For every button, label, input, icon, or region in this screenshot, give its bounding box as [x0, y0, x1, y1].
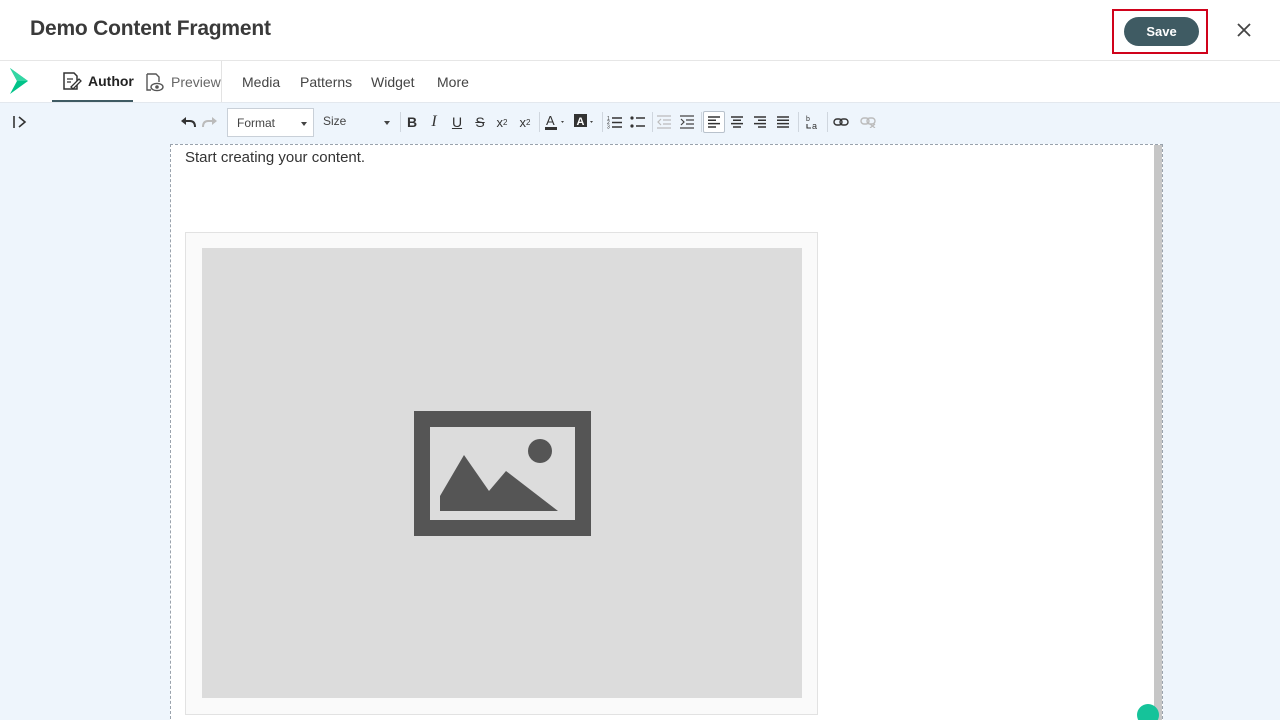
workspace: Format Size B I U S x2 x2 A A 123 b a St…: [0, 103, 1280, 720]
menu-media[interactable]: Media: [242, 61, 280, 102]
tab-preview[interactable]: Preview: [134, 61, 222, 102]
page-title: Demo Content Fragment: [30, 17, 271, 40]
format-select-label: Format: [237, 116, 276, 130]
toolbar-divider: [827, 112, 828, 132]
toolbar-divider: [539, 112, 540, 132]
svg-text:b: b: [806, 116, 810, 123]
content-editor[interactable]: Start creating your content.: [170, 144, 1163, 720]
underline-icon[interactable]: U: [446, 111, 468, 133]
redo-icon[interactable]: [199, 111, 221, 133]
italic-icon[interactable]: I: [423, 111, 445, 133]
numbered-list-icon[interactable]: 123: [604, 111, 626, 133]
save-button-highlight: Save: [1112, 9, 1208, 54]
size-select[interactable]: Size: [316, 108, 396, 137]
image-placeholder[interactable]: [202, 248, 802, 698]
edit-document-icon: [60, 70, 82, 92]
increase-indent-icon[interactable]: [676, 111, 698, 133]
save-button[interactable]: Save: [1124, 17, 1199, 46]
decrease-indent-icon[interactable]: [653, 111, 675, 133]
editor-scrollbar[interactable]: [1154, 145, 1162, 720]
undo-icon[interactable]: [177, 111, 199, 133]
editor-placeholder: Start creating your content.: [185, 149, 366, 166]
svg-text:A: A: [546, 113, 555, 128]
strikethrough-icon[interactable]: S: [469, 111, 491, 133]
eye-document-icon: [143, 71, 165, 93]
bold-icon[interactable]: B: [401, 111, 423, 133]
link-icon[interactable]: [830, 111, 852, 133]
toolbar-divider: [602, 112, 603, 132]
svg-text:A: A: [577, 116, 585, 128]
editor-nav: Author Preview Media Patterns Widget Mor…: [0, 61, 1280, 103]
align-center-icon[interactable]: [726, 111, 748, 133]
tab-author[interactable]: Author: [52, 61, 134, 102]
justify-icon[interactable]: [772, 111, 794, 133]
chevron-logo-icon: [8, 67, 30, 95]
text-color-icon[interactable]: A: [542, 111, 568, 133]
grammarly-icon[interactable]: [1137, 704, 1159, 720]
close-icon[interactable]: [1233, 19, 1255, 41]
toolbar-divider: [701, 112, 702, 132]
unlink-icon[interactable]: [857, 111, 879, 133]
bulleted-list-icon[interactable]: [627, 111, 649, 133]
format-select[interactable]: Format: [227, 108, 314, 137]
tab-author-label: Author: [88, 72, 134, 89]
chevron-down-icon: [301, 122, 307, 126]
toolbar-divider: [798, 112, 799, 132]
svg-text:3: 3: [607, 125, 610, 130]
background-color-icon[interactable]: A: [571, 111, 597, 133]
text-direction-icon[interactable]: ba: [802, 111, 824, 133]
expand-panel-icon[interactable]: [11, 113, 29, 131]
subscript-icon[interactable]: x2: [491, 111, 513, 133]
menu-widget[interactable]: Widget: [371, 61, 415, 102]
svg-text:a: a: [812, 121, 817, 131]
size-select-label: Size: [323, 114, 347, 128]
tab-preview-label: Preview: [171, 73, 221, 90]
editor-toolbar: Format Size B I U S x2 x2 A A 123 b a: [170, 107, 890, 137]
align-right-icon[interactable]: [749, 111, 771, 133]
header: Demo Content Fragment Save: [0, 0, 1280, 61]
image-block[interactable]: [185, 232, 818, 715]
superscript-icon[interactable]: x2: [514, 111, 536, 133]
align-left-icon[interactable]: [703, 111, 725, 133]
menu-more[interactable]: More: [437, 61, 469, 102]
menu-patterns[interactable]: Patterns: [300, 61, 352, 102]
chevron-down-icon: [384, 121, 390, 125]
image-placeholder-icon: [414, 411, 591, 536]
